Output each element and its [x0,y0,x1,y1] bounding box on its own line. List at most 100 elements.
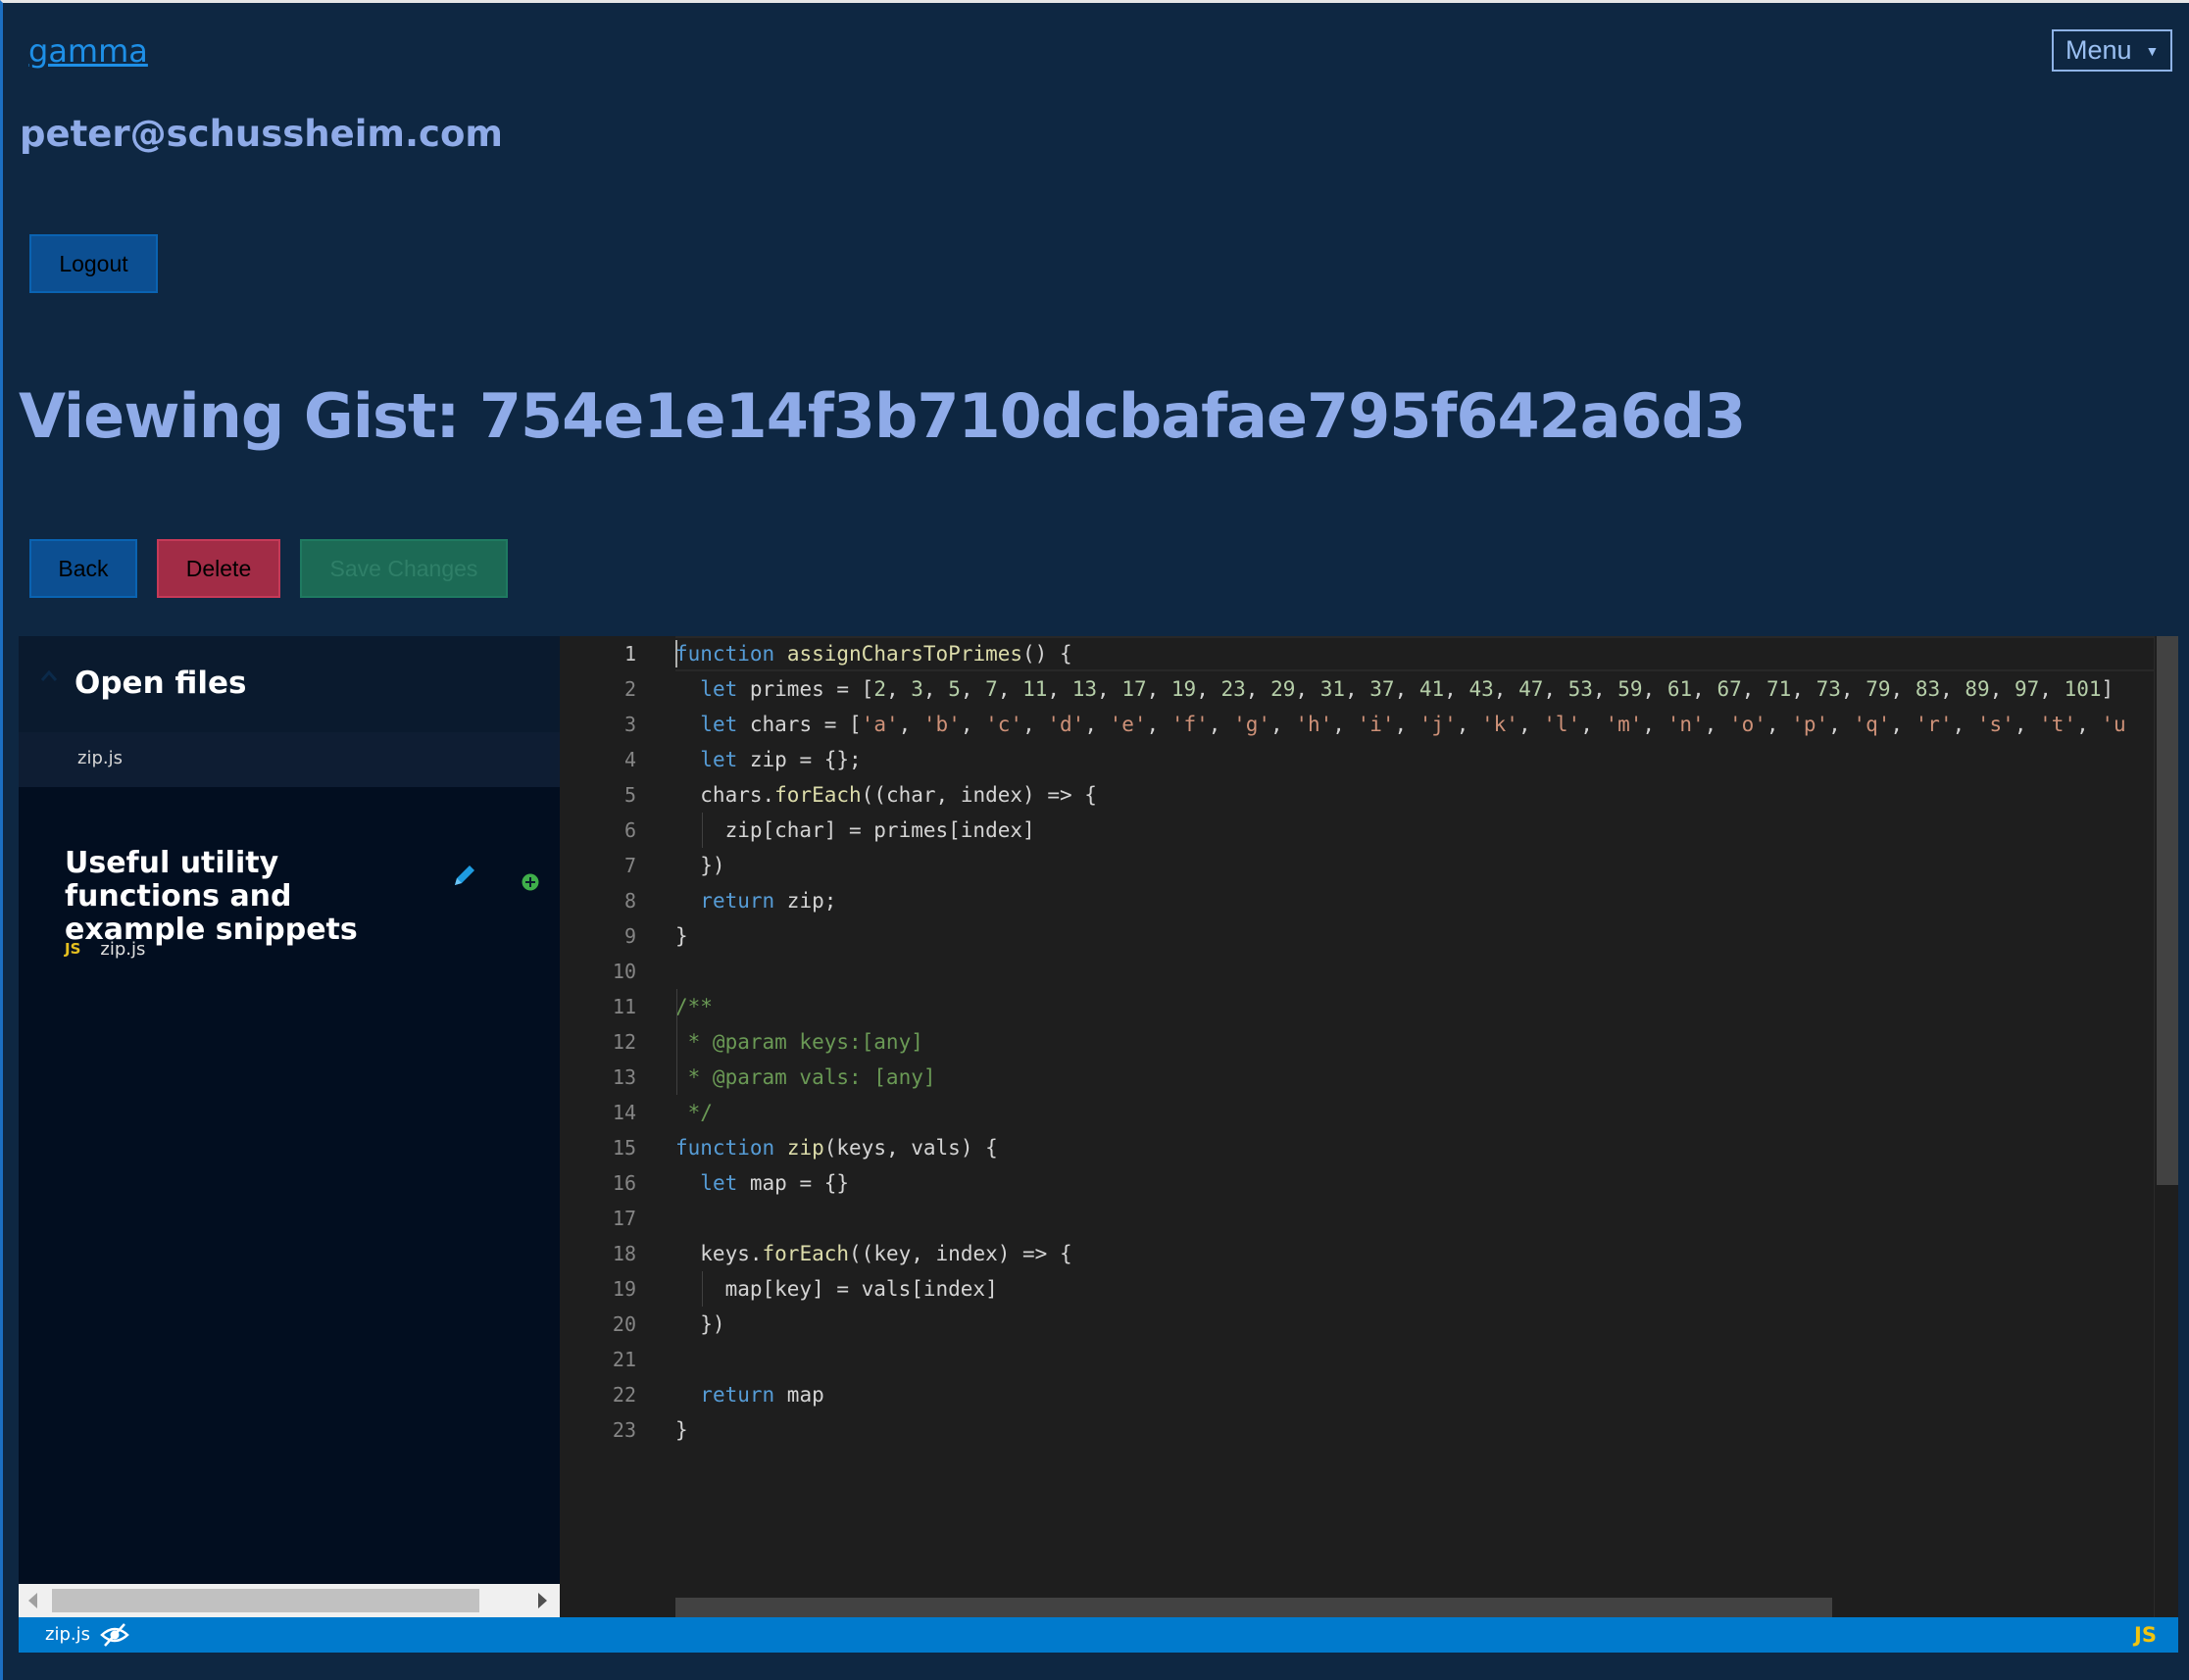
code-token: } [675,924,688,948]
code-token: 'b' [922,713,961,736]
line-number: 1 [623,642,636,666]
code-token: 3 [911,677,923,701]
save-changes-button[interactable]: Save Changes [300,539,508,598]
code-line: * @param vals: [any] [675,1060,936,1095]
code-token: zip; [774,889,837,913]
open-file-item[interactable]: zip.js [19,732,560,787]
language-indicator[interactable]: JS [2134,1623,2157,1647]
code-token: , [922,677,949,701]
code-token: , [885,677,912,701]
code-token: 'u [2101,713,2126,736]
code-line: chars.forEach((char, index) => { [675,777,1097,813]
code-token: , [1592,677,1618,701]
code-token: return [700,1383,775,1407]
code-token: , [1766,713,1792,736]
line-number: 13 [612,1065,636,1089]
code-editor[interactable]: 1 2 3 4 5 6 7 8 9 10 11 12 13 14 15 16 17 18 19 20 21 22 23 fu… [560,636,2178,1617]
editor-horizontal-scrollbar[interactable] [675,1598,1832,1617]
sidebar-horizontal-scrollbar[interactable] [19,1584,560,1617]
code-line: return zip; [675,883,836,918]
code-token: , [1394,677,1419,701]
code-token: zip[char] = primes[index] [675,818,1035,842]
logout-button[interactable]: Logout [29,234,158,293]
code-token: 'c' [985,713,1023,736]
code-token: ((key, index) => { [849,1242,1072,1265]
code-line: function assignCharsToPrimes() { [675,636,1072,671]
code-token: 61 [1667,677,1693,701]
scroll-left-arrow-icon[interactable] [28,1593,37,1608]
line-number: 23 [612,1418,636,1442]
back-button[interactable]: Back [29,539,137,598]
code-line: let chars = ['a', 'b', 'c', 'd', 'e', 'f… [675,707,2126,742]
code-token: 73 [1816,677,1841,701]
code-token: , [1270,713,1296,736]
code-token: , [1022,713,1048,736]
code-token: , [898,713,923,736]
line-number: 17 [612,1207,636,1230]
code-line: } [675,1412,688,1448]
js-file-icon: JS [65,940,81,958]
code-token: , [2014,713,2040,736]
code-token: let [700,1171,738,1195]
code-token: () { [1022,642,1072,666]
code-token: , [1940,677,1965,701]
code-token: 's' [1976,713,2015,736]
file-tree-item[interactable]: JS zip.js [65,936,145,962]
code-token: , [1444,677,1469,701]
code-line: /** [675,989,713,1024]
open-files-title: Open files [75,666,247,701]
brand-link[interactable]: gamma [28,32,148,70]
code-token: , [1146,677,1171,701]
indent-guide [676,989,677,1095]
add-file-icon[interactable] [522,873,539,891]
code-token: 101 [2064,677,2102,701]
code-token: 41 [1418,677,1445,701]
code-token: chars = [ [737,713,862,736]
menu-button[interactable]: Menu ▼ [2052,29,2172,72]
code-token: 7 [985,677,998,701]
scrollbar-thumb[interactable] [52,1589,479,1612]
code-token: map [774,1383,824,1407]
code-token: 'k' [1481,713,1518,736]
code-token: map = {} [737,1171,850,1195]
scrollbar-thumb[interactable] [2157,636,2178,1185]
code-line: }) [675,1307,725,1342]
delete-button[interactable]: Delete [157,539,280,598]
code-token: 'h' [1295,713,1333,736]
code-area[interactable]: function assignCharsToPrimes() { let pri… [675,636,2175,1617]
scroll-right-arrow-icon[interactable] [538,1593,547,1608]
code-token: 23 [1220,677,1246,701]
pencil-icon[interactable] [451,862,478,889]
code-token: * @param vals: [any] [675,1065,936,1089]
code-token: , [1394,713,1419,736]
code-token: , [1952,713,1977,736]
code-token: 'q' [1853,713,1891,736]
code-token: , [1642,677,1667,701]
editor-vertical-scrollbar[interactable] [2154,636,2178,1617]
code-token: return [700,889,775,913]
line-number: 19 [612,1277,636,1301]
code-token: 'm' [1605,713,1643,736]
open-files-header[interactable]: Open files [19,636,560,732]
code-token: let [700,677,738,701]
code-line: let primes = [2, 3, 5, 7, 11, 13, 17, 19… [675,671,2114,707]
code-token: }) [675,1312,725,1336]
eye-slash-icon[interactable] [99,1621,130,1649]
code-token: , [960,677,986,701]
code-token: , [1517,713,1544,736]
code-token: zip [786,1136,824,1160]
caret-down-icon: ▼ [2145,42,2160,59]
menu-label: Menu [2065,35,2132,65]
code-token: let [700,748,738,771]
code-token: , [1840,677,1866,701]
code-token: 31 [1319,677,1345,701]
chevron-up-icon[interactable] [40,667,58,685]
code-token: 5 [948,677,961,701]
code-token: let [700,713,738,736]
